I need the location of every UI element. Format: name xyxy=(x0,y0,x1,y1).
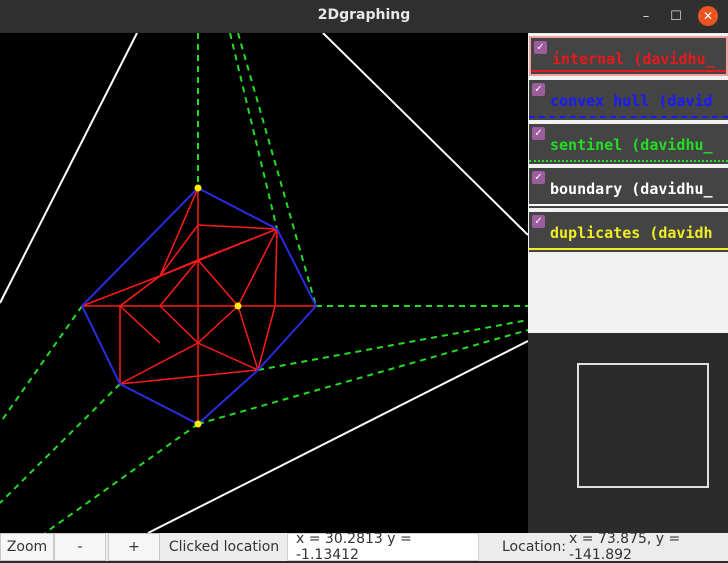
check-icon[interactable]: ✓ xyxy=(534,41,547,54)
layer-label: convex hull (david xyxy=(550,92,713,110)
zoom-in-button[interactable]: + xyxy=(108,533,160,561)
minimize-icon[interactable]: – xyxy=(636,6,656,26)
boundary-edges xyxy=(0,33,528,533)
internal-edge xyxy=(237,228,278,307)
layer-label: internal (davidhu_ xyxy=(552,50,715,68)
boundary-edge xyxy=(0,33,138,304)
layer-line-sample xyxy=(531,70,726,72)
graph-canvas[interactable] xyxy=(0,33,528,533)
layer-internal[interactable]: ✓ internal (davidhu_ xyxy=(529,36,728,76)
layer-line-sample xyxy=(529,116,728,118)
sentinel-edge xyxy=(0,305,83,424)
minimap[interactable] xyxy=(528,333,728,533)
layer-duplicates[interactable]: ✓ duplicates (davidh xyxy=(529,212,728,252)
internal-edge xyxy=(197,259,239,307)
layer-label: boundary (davidhu_ xyxy=(550,180,713,198)
sentinel-edge xyxy=(0,383,121,504)
check-icon[interactable]: ✓ xyxy=(532,127,545,140)
check-icon[interactable]: ✓ xyxy=(532,83,545,96)
internal-edge xyxy=(197,228,278,261)
boundary-edge xyxy=(147,340,528,533)
layer-line-sample xyxy=(529,248,728,250)
zoom-out-button[interactable]: - xyxy=(54,533,106,561)
internal-edge xyxy=(81,275,161,307)
internal-edge xyxy=(119,275,161,307)
layer-sentinel[interactable]: ✓ sentinel (davidhu_ xyxy=(529,124,728,164)
sentinel-edge xyxy=(237,33,317,307)
clicked-location-label: Clicked location xyxy=(168,539,280,555)
layer-convex-hull[interactable]: ✓ convex hull (david xyxy=(529,80,728,120)
internal-edge xyxy=(119,305,161,344)
check-icon[interactable]: ✓ xyxy=(532,171,545,184)
check-icon[interactable]: ✓ xyxy=(532,215,545,228)
duplicate-point[interactable] xyxy=(194,184,202,192)
internal-edge xyxy=(197,342,259,371)
sentinel-edge xyxy=(44,423,199,533)
zoom-label: Zoom xyxy=(0,533,54,561)
window-title: 2Dgraphing xyxy=(317,7,411,23)
duplicate-point[interactable] xyxy=(234,302,242,310)
status-bar: Zoom - + Clicked location x = 30.2813 y … xyxy=(0,531,728,563)
minimap-viewport[interactable] xyxy=(577,363,709,488)
sentinel-edge xyxy=(197,329,528,425)
location-label: Location: xyxy=(502,539,566,555)
graph-svg[interactable] xyxy=(0,33,528,533)
layer-label: duplicates (davidh xyxy=(550,224,713,242)
layer-line-sample xyxy=(529,204,728,206)
layers-panel: ✓ internal (davidhu_ ✓ convex hull (davi… xyxy=(528,33,728,333)
location-value: x = 73.875, y = -141.892 xyxy=(569,531,681,563)
layer-boundary[interactable]: ✓ boundary (davidhu_ xyxy=(529,168,728,208)
layer-line-sample xyxy=(529,160,728,162)
maximize-icon[interactable]: ☐ xyxy=(666,6,686,26)
title-bar: 2Dgraphing – ☐ ✕ xyxy=(0,0,728,32)
internal-edge xyxy=(159,305,199,344)
clicked-location-value: x = 30.2813 y = -1.13412 xyxy=(287,531,479,563)
duplicate-point[interactable] xyxy=(194,420,202,428)
internal-edge xyxy=(119,369,259,385)
boundary-edge xyxy=(322,33,528,236)
close-icon[interactable]: ✕ xyxy=(698,6,718,26)
internal-edge xyxy=(274,228,278,307)
sentinel-edge xyxy=(229,33,278,230)
sentinel-edges xyxy=(0,33,528,533)
layer-label: sentinel (davidhu_ xyxy=(550,136,713,154)
internal-edge xyxy=(237,305,259,371)
internal-edge xyxy=(197,305,239,344)
internal-edges xyxy=(81,187,316,425)
internal-edge xyxy=(197,224,278,230)
internal-edge xyxy=(159,259,199,307)
